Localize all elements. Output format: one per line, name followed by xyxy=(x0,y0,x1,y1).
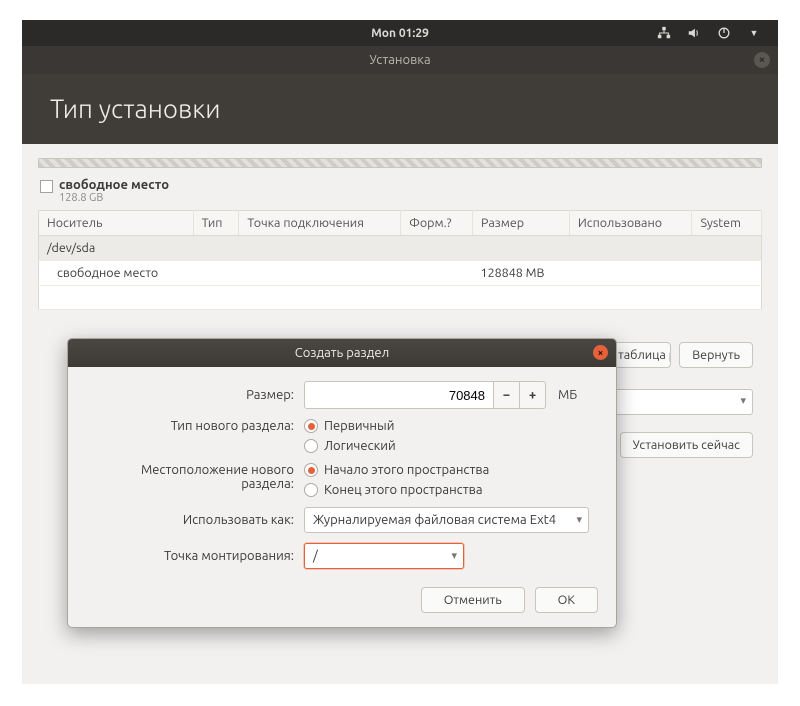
free-space-label: свободное место xyxy=(59,178,169,192)
cancel-button[interactable]: Отменить xyxy=(421,587,525,613)
partition-table[interactable]: Носитель Тип Точка подключения Форм.? Ра… xyxy=(38,210,762,310)
desktop-root: Mon 01:29 ▼ Установка × Тип установки xyxy=(22,20,778,684)
size-decrement-button[interactable]: − xyxy=(494,381,520,409)
free-space-size: 128.8 GB xyxy=(59,192,169,204)
page-title: Тип установки xyxy=(50,94,221,123)
power-icon[interactable] xyxy=(716,25,732,41)
system-topbar: Mon 01:29 ▼ xyxy=(22,20,778,46)
size-label: Размер: xyxy=(86,388,304,402)
mount-point-select[interactable]: / xyxy=(304,543,464,569)
size-input[interactable] xyxy=(304,381,494,409)
network-icon[interactable] xyxy=(656,25,672,41)
row-device: свободное место xyxy=(39,261,194,286)
radio-location-end[interactable]: Конец этого пространства xyxy=(304,483,489,497)
mount-point-label: Точка монтирования: xyxy=(86,549,304,563)
radio-dot-icon xyxy=(304,439,318,453)
close-icon[interactable]: × xyxy=(754,52,770,68)
volume-icon[interactable] xyxy=(686,25,702,41)
clock-label: Mon 01:29 xyxy=(371,27,429,40)
radio-location-begin[interactable]: Начало этого пространства xyxy=(304,463,489,477)
table-row[interactable] xyxy=(39,286,762,310)
row-device: /dev/sda xyxy=(39,236,762,261)
dialog-titlebar: Создать раздел × xyxy=(68,339,616,367)
close-icon[interactable]: × xyxy=(593,345,608,360)
size-unit: МБ xyxy=(558,388,577,402)
window-title: Установка xyxy=(369,53,430,67)
create-partition-dialog: Создать раздел × Размер: − + МБ Тип ново… xyxy=(67,338,617,628)
window-titlebar: Установка × xyxy=(22,46,778,74)
radio-logical[interactable]: Логический xyxy=(304,439,396,453)
page-header: Тип установки xyxy=(22,74,778,149)
use-as-label: Использовать как: xyxy=(86,513,304,527)
install-button[interactable]: Установить сейчас xyxy=(620,432,753,458)
dialog-title: Создать раздел xyxy=(295,346,389,360)
radio-primary[interactable]: Первичный xyxy=(304,419,396,433)
free-space-checkbox[interactable] xyxy=(40,180,53,193)
col-size[interactable]: Размер xyxy=(473,211,570,236)
row-size: 128848 MB xyxy=(473,261,570,286)
col-mount[interactable]: Точка подключения xyxy=(239,211,401,236)
radio-dot-icon xyxy=(304,419,318,433)
col-format[interactable]: Форм.? xyxy=(401,211,473,236)
ok-button[interactable]: OK xyxy=(535,587,598,613)
size-increment-button[interactable]: + xyxy=(520,381,546,409)
radio-dot-icon xyxy=(304,483,318,497)
size-input-group: − + xyxy=(304,381,546,409)
free-space-summary: свободное место 128.8 GB xyxy=(38,174,762,210)
col-used[interactable]: Использовано xyxy=(569,211,692,236)
col-device[interactable]: Носитель xyxy=(39,211,194,236)
location-label: Местоположение нового раздела: xyxy=(86,463,304,491)
table-row[interactable]: свободное место 128848 MB xyxy=(39,261,762,286)
filesystem-select[interactable]: Журналируемая файловая система Ext4 xyxy=(304,507,589,533)
partition-type-label: Тип нового раздела: xyxy=(86,419,304,433)
revert-button[interactable]: Вернуть xyxy=(679,342,753,368)
radio-dot-icon xyxy=(304,463,318,477)
topbar-icon-group: ▼ xyxy=(656,20,762,46)
table-row[interactable]: /dev/sda xyxy=(39,236,762,261)
disk-usage-bar xyxy=(38,158,762,168)
col-system[interactable]: System xyxy=(692,211,762,236)
chevron-down-icon[interactable]: ▼ xyxy=(746,25,762,41)
col-type[interactable]: Тип xyxy=(193,211,239,236)
